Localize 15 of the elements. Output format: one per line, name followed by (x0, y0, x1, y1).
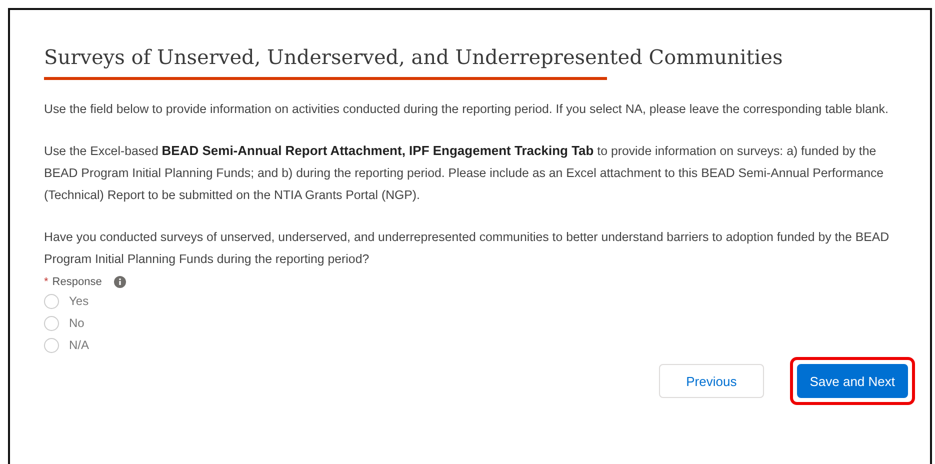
instruction-text: Use the Excel-based BEAD Semi-Annual Report Attachment, IPF Engagement Tracking Tab to provide information on surveys: a) funded by the BEAD Program Initial Planning Funds; and b) during the reporting period. Please include as an Excel attachment to this BEAD Semi-Annual Performance (Technical) Report to be submitted on the NTIA Grants Portal (NGP). (44, 142, 885, 204)
radio-button[interactable] (44, 338, 59, 352)
required-mark: * (44, 276, 48, 288)
field-label: Response (52, 276, 102, 288)
radio-button[interactable] (44, 294, 59, 308)
option-label: No (69, 316, 84, 330)
instruction-text: Have you conducted surveys of unserved, underserved, and underrepresented communities to better understand barriers to adoption funded by the BEAD Program Initial Planning Funds during the reporting period? (44, 229, 890, 268)
radio-button[interactable] (44, 316, 59, 330)
previous-button[interactable]: Previous (659, 364, 764, 398)
option-label: Yes (69, 294, 89, 308)
option-label: N/A (69, 338, 90, 352)
info-icon[interactable] (114, 276, 126, 288)
save-button[interactable]: Save and Next (796, 364, 908, 398)
page-title: Surveys of Unserved, Underserved, and Underrepresented Communities (44, 44, 783, 70)
instruction-text: Use the field below to provide information on activities conducted during the reporting period. If you select NA, please leave the corresponding table blank. (44, 101, 890, 118)
